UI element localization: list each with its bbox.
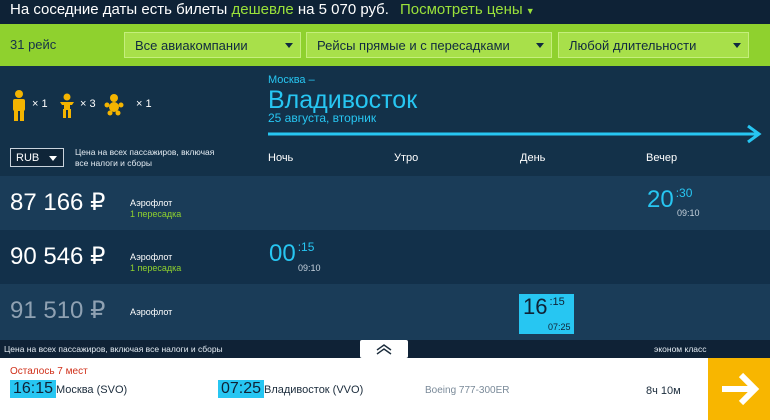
infant-icon (104, 94, 124, 116)
departure-minutes: :15 (549, 296, 565, 308)
departure-hour: 20 (647, 186, 674, 213)
promo-text: На соседние даты есть билеты дешевле на … (10, 1, 389, 18)
flight-duration: 07:25 (548, 322, 571, 332)
chevron-down-icon (285, 43, 293, 48)
flight-row[interactable]: 90 546 ₽ Аэрофлот 1 пересадка 00:15 09:1… (0, 230, 770, 284)
aircraft-type: Boeing 777-300ER (425, 385, 510, 396)
adults-label: × 1 (32, 98, 48, 110)
route-arrow-icon (268, 124, 762, 144)
departure-hour: 16 (523, 294, 548, 319)
promo-text-end: на 5 070 руб. (293, 1, 389, 18)
promo-text-start: На соседние даты есть билеты (10, 1, 232, 18)
adults-count[interactable]: × 1 (10, 90, 48, 121)
flight-duration: 09:10 (298, 263, 321, 273)
view-prices-label: Посмотреть цены (400, 1, 523, 18)
flight-airline: Аэрофлот (130, 252, 173, 262)
infants-label: × 1 (136, 98, 152, 110)
promo-bar: На соседние даты есть билеты дешевле на … (0, 0, 770, 24)
search-header: × 1 × 3 × 1 Москва – Владивосток 25 авгу… (0, 66, 770, 176)
view-prices-link[interactable]: Посмотреть цены ▼ (400, 1, 535, 18)
time-of-day-morning: Утро (394, 152, 419, 164)
caret-down-icon: ▼ (525, 6, 535, 16)
departure-time-box: 16:15 (10, 380, 57, 398)
currency-select[interactable]: RUB (10, 148, 64, 167)
price-note: Цена на всех пассажиров, включая все нал… (75, 147, 215, 168)
adult-icon (13, 90, 25, 121)
collapse-button[interactable] (360, 340, 408, 358)
time-of-day-night: Ночь (268, 152, 294, 164)
flight-price: 91 510 ₽ (10, 297, 106, 324)
transfer-filter-label: Рейсы прямые и с пересадками (317, 38, 510, 53)
flight-price: 90 546 ₽ (10, 243, 106, 270)
departure-minutes: :30 (675, 186, 693, 200)
infants-count[interactable]: × 1 (104, 94, 152, 124)
chevron-up-icon (376, 344, 392, 355)
time-of-day-day: День (520, 152, 546, 164)
route-date: 25 августа, вторник (268, 111, 377, 125)
flight-stops: 1 пересадка (130, 263, 182, 273)
fare-class: эконом класс (654, 344, 707, 354)
flight-details-card: Осталось 7 мест 16:15 Москва (SVO) 07:25… (0, 358, 708, 420)
children-label: × 3 (80, 98, 96, 110)
details-price-note: Цена на всех пассажиров, включая все нал… (4, 344, 223, 354)
transfer-filter[interactable]: Рейсы прямые и с пересадками (306, 32, 552, 58)
arrow-right-icon (722, 372, 760, 406)
select-flight-button[interactable] (708, 358, 770, 420)
chevron-down-icon (49, 156, 57, 161)
duration-filter-label: Любой длительности (569, 38, 697, 53)
duration-filter[interactable]: Любой длительности (558, 32, 749, 58)
chevron-down-icon (536, 43, 544, 48)
departure-time-selected[interactable]: 16:15 07:25 (519, 294, 574, 334)
arrival-city: Владивосток (VVO) (264, 384, 364, 396)
currency-value: RUB (16, 152, 40, 164)
flight-row-selected[interactable]: 91 510 ₽ Аэрофлот 16:15 07:25 (0, 284, 770, 340)
child-icon (60, 93, 74, 118)
airline-filter-label: Все авиакомпании (135, 38, 248, 53)
airline-filter[interactable]: Все авиакомпании (124, 32, 301, 58)
arrival-time-box: 07:25 (218, 380, 265, 398)
route-origin: Москва – (268, 74, 315, 86)
flight-count: 31 рейс (10, 37, 57, 52)
seats-left: Осталось 7 мест (10, 366, 88, 377)
children-count[interactable]: × 3 (58, 93, 96, 123)
flight-duration: 09:10 (677, 208, 700, 218)
flight-duration-total: 8ч 10м (646, 385, 681, 397)
flight-airline: Аэрофлот (130, 307, 173, 317)
flight-stops: 1 пересадка (130, 209, 182, 219)
flight-row[interactable]: 87 166 ₽ Аэрофлот 1 пересадка 20:30 09:1… (0, 176, 770, 230)
departure-hour: 00 (269, 240, 296, 267)
departure-city: Москва (SVO) (56, 384, 128, 396)
time-of-day-evening: Вечер (646, 152, 678, 164)
filter-bar: 31 рейс Все авиакомпании Рейсы прямые и … (0, 24, 770, 66)
flight-price: 87 166 ₽ (10, 189, 106, 216)
departure-time: 16:15 (523, 294, 565, 320)
departure-minutes: :15 (297, 240, 315, 254)
promo-highlight: дешевле (231, 1, 294, 18)
chevron-down-icon (733, 43, 741, 48)
flight-airline: Аэрофлот (130, 198, 173, 208)
